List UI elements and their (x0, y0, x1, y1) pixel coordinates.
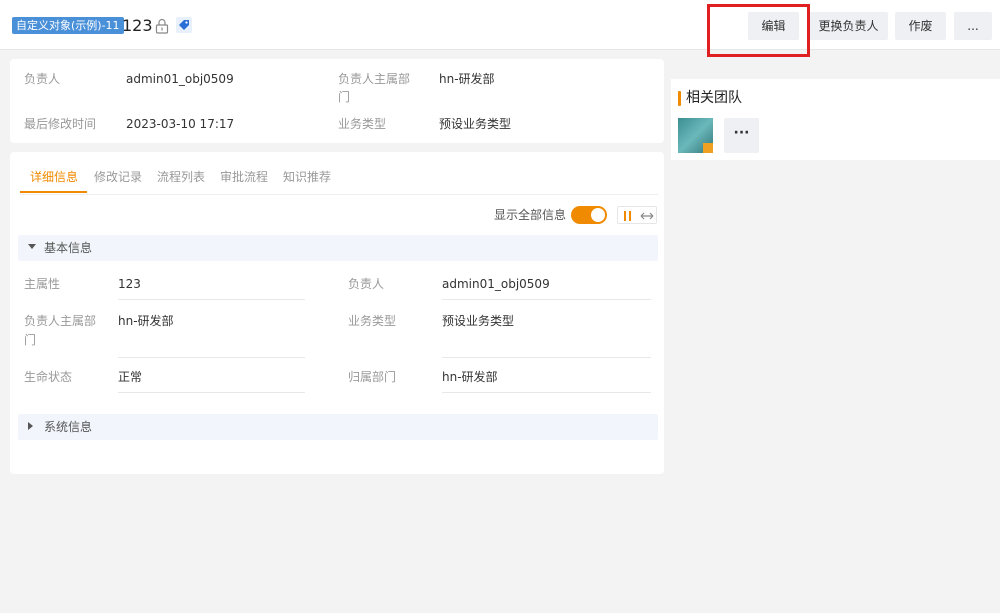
tab-process-list[interactable]: 流程列表 (157, 168, 205, 186)
show-all-toggle[interactable] (571, 206, 607, 224)
basic-info-title: 基本信息 (44, 241, 93, 255)
summary-modified-value: 2023-03-10 17:17 (126, 117, 235, 131)
belong-dept-value: hn-研发部 (442, 370, 498, 384)
highlight-annotation (707, 4, 810, 57)
belong-dept-label: 归属部门 (348, 370, 397, 384)
tag-icon[interactable] (176, 17, 192, 33)
tab-change-log[interactable]: 修改记录 (94, 168, 142, 186)
toggle-knob (591, 208, 605, 222)
field-underline (118, 357, 305, 358)
basic-info-section-header[interactable]: 基本信息 (18, 235, 658, 261)
system-info-title: 系统信息 (44, 420, 93, 434)
summary-biz-type-label: 业务类型 (338, 117, 387, 131)
columns-icon[interactable] (622, 210, 634, 222)
tab-knowledge[interactable]: 知识推荐 (283, 168, 331, 186)
tab-divider (20, 194, 658, 195)
summary-owner-label: 负责人 (24, 72, 61, 86)
field-underline (442, 392, 651, 393)
field-underline (442, 357, 651, 358)
owner-dept-value: hn-研发部 (118, 314, 174, 328)
status-label: 生命状态 (24, 370, 73, 384)
caret-down-icon (28, 244, 36, 249)
biz-type-label: 业务类型 (348, 314, 397, 328)
caret-right-icon (28, 422, 33, 430)
biz-type-value: 预设业务类型 (442, 314, 515, 328)
more-members-button[interactable]: ··· (724, 118, 759, 153)
summary-modified-label: 最后修改时间 (24, 117, 97, 131)
record-header: 自定义对象(示例)-11 123 编辑 更换负责人 作废 ... (0, 0, 1000, 50)
field-underline (118, 392, 305, 393)
change-owner-button[interactable]: 更换负责人 (809, 12, 888, 40)
main-attr-label: 主属性 (24, 277, 61, 291)
summary-owner-dept-label: 负责人主属部 (338, 72, 411, 86)
summary-card: 负责人 admin01_obj0509 负责人主属部 门 hn-研发部 最后修改… (10, 59, 664, 143)
void-button[interactable]: 作废 (895, 12, 946, 40)
active-tab-indicator (20, 191, 87, 193)
more-actions-button[interactable]: ... (954, 12, 992, 40)
related-team-title: 相关团队 (686, 90, 742, 106)
owner-dept-label: 负责人主属部 (24, 314, 97, 328)
status-value: 正常 (118, 370, 143, 384)
tab-detail[interactable]: 详细信息 (30, 168, 78, 186)
summary-owner-value: admin01_obj0509 (126, 72, 234, 86)
summary-owner-dept-label-wrap: 门 (338, 90, 351, 104)
main-attr-value: 123 (118, 277, 141, 291)
summary-biz-type-value: 预设业务类型 (439, 117, 512, 131)
section-accent-bar (678, 91, 681, 106)
owner-dept-label-wrap: 门 (24, 333, 37, 347)
show-all-label: 显示全部信息 (494, 208, 567, 222)
summary-owner-dept-value: hn-研发部 (439, 72, 495, 86)
object-type-badge: 自定义对象(示例)-11 (12, 17, 124, 34)
field-underline (118, 299, 305, 300)
owner-value: admin01_obj0509 (442, 277, 550, 291)
layout-switch[interactable] (617, 206, 657, 224)
field-underline (442, 299, 651, 300)
crown-icon (703, 143, 713, 153)
lock-icon[interactable] (155, 18, 169, 34)
system-info-section-header[interactable]: 系统信息 (18, 414, 658, 440)
related-team-card: 相关团队 ··· (671, 79, 1000, 160)
owner-label: 负责人 (348, 277, 385, 291)
expand-width-icon[interactable] (640, 210, 654, 222)
record-title: 123 (122, 16, 153, 35)
detail-card: 详细信息 修改记录 流程列表 审批流程 知识推荐 显示全部信息 基本信息 主属性… (10, 152, 664, 474)
tab-approval-flow[interactable]: 审批流程 (220, 168, 268, 186)
